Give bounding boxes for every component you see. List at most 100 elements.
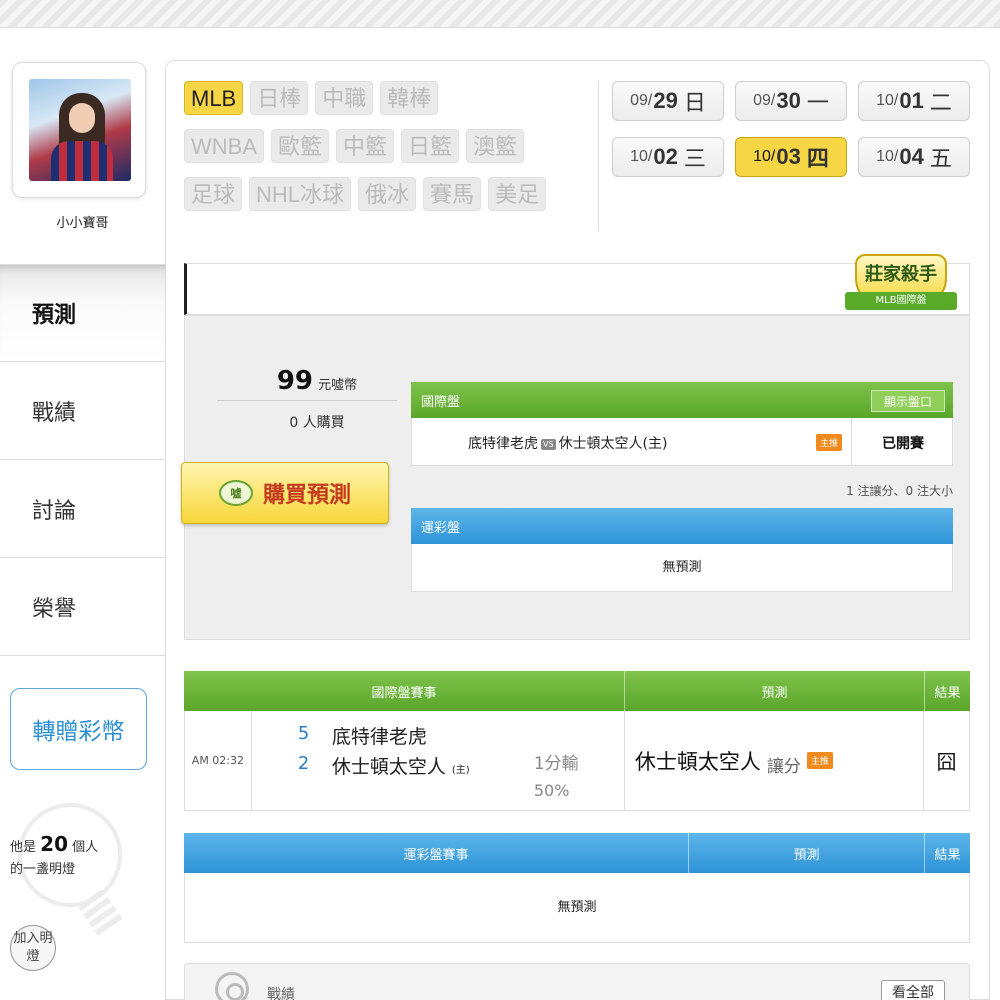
gift-coins-button[interactable]: 轉贈彩幣 (10, 688, 147, 770)
away-score: 5 (297, 723, 310, 744)
date-tab[interactable]: 09/29 日 (612, 81, 724, 121)
date-month: 09/ (753, 92, 776, 109)
page-canvas: 小小寶哥 預測 戰績 討論 榮譽 轉贈彩幣 他是 20 個人 的一盞明燈 加入明… (0, 28, 1000, 1000)
record-section-header: 戰績 看全部 (184, 963, 970, 1000)
divider (851, 418, 852, 465)
away-team: 底特律老虎 (331, 726, 427, 748)
sport-tab[interactable]: 賽馬 (423, 177, 482, 211)
pick-team: 休士頓太空人 (634, 749, 761, 774)
sport-tab[interactable]: MLB (184, 81, 244, 115)
game-time: AM 02:32 (185, 711, 252, 810)
sport-tab[interactable]: 韓棒 (380, 81, 439, 115)
coin-icon: 噓 (218, 480, 253, 506)
sport-tab[interactable]: 美足 (488, 177, 547, 211)
avatar-card[interactable] (12, 62, 146, 198)
divider (598, 81, 599, 231)
column-header: 預測 (689, 833, 925, 873)
lamp-prefix: 他是 (10, 840, 37, 855)
date-weekday: 一 (806, 90, 829, 115)
lamp-count: 20 (40, 832, 68, 856)
panel-title: 國際盤 (421, 394, 461, 410)
divider (217, 400, 397, 401)
game-status: 已開賽 (882, 436, 924, 452)
lottery-panel-header: 運彩盤 (411, 508, 953, 544)
username[interactable]: 小小寶哥 (0, 212, 165, 231)
price-value: 99 (276, 366, 314, 396)
column-header: 結果 (934, 847, 961, 863)
bookie-killer-badge: 莊家殺手 MLB國際盤 (845, 254, 957, 324)
prediction-pick: 休士頓太空人 讓分 主推 (625, 711, 925, 810)
sport-row: MLB 日棒 中職 韓棒 (184, 81, 594, 115)
buy-prediction-button[interactable]: 噓 購買預測 (181, 462, 389, 524)
sport-tab[interactable]: 日籃 (401, 129, 460, 163)
home-score: 2 (297, 753, 310, 774)
buy-prediction-label: 購買預測 (262, 483, 351, 508)
prediction-panel: 99 元噓幣 0 人購買 噓 購買預測 國際盤 顯示盤口 底特律老虎 VS 休士頓太… (181, 315, 970, 640)
lamp-line2: 的一盞明燈 (10, 862, 76, 877)
sport-tab[interactable]: 中籃 (336, 129, 395, 163)
handicap-percent: 50% (533, 781, 570, 800)
date-day: 03 (776, 144, 801, 169)
record-label: 戰績 (267, 987, 295, 1000)
nav-item-record[interactable]: 戰績 (0, 362, 165, 460)
date-month: 10/ (876, 92, 899, 109)
sport-tab[interactable]: WNBA (184, 129, 264, 163)
date-weekday: 四 (806, 146, 829, 171)
date-month: 10/ (753, 148, 776, 165)
nav-item-honor[interactable]: 榮譽 (0, 558, 165, 656)
table-header: 運彩盤賽事 預測 結果 (184, 833, 970, 873)
date-tab[interactable]: 10/04 五 (858, 137, 970, 177)
sport-tab[interactable]: 俄冰 (358, 177, 417, 211)
see-all-button[interactable]: 看全部 (881, 980, 945, 1000)
home-team-cell: 休士頓太空人 (主) (332, 752, 470, 779)
date-filter: 09/29 日 09/30 一 10/01 二 10/02 三 10/03 四 10/04 五 (612, 81, 972, 193)
date-month: 10/ (630, 148, 653, 165)
date-tab[interactable]: 10/02 三 (612, 137, 724, 177)
buyer-count: 0 人購買 (289, 415, 345, 431)
nav-item-discuss[interactable]: 討論 (0, 460, 165, 558)
column-header: 結果 (934, 685, 961, 701)
date-weekday: 日 (683, 90, 706, 115)
handicap-line: 1分輸 (533, 754, 579, 774)
show-odds-button[interactable]: 顯示盤口 (870, 390, 945, 412)
sport-tab[interactable]: 澳籃 (466, 129, 525, 163)
away-team: 底特律老虎 (468, 436, 538, 452)
avatar[interactable] (29, 79, 131, 181)
featured-pick-badge: 主推 (806, 752, 833, 769)
sport-tab[interactable]: 足球 (184, 177, 243, 211)
game-teams: 5 底特律老虎 2 休士頓太空人 (主) 1分輸 50% (252, 711, 625, 810)
sport-row: WNBA 歐籃 中籃 日籃 澳籃 (184, 129, 594, 163)
international-panel-header: 國際盤 顯示盤口 (411, 382, 953, 418)
date-tab[interactable]: 09/30 一 (735, 81, 847, 121)
lamp-follower-text: 他是 20 個人 的一盞明燈 (10, 833, 160, 881)
sport-tab[interactable]: NHL冰球 (249, 177, 352, 211)
price-unit: 元噓幣 (318, 378, 358, 393)
date-tab[interactable]: 10/03 四 (735, 137, 847, 177)
date-weekday: 五 (929, 146, 952, 171)
avatar-jersey (51, 141, 113, 181)
international-odds-panel: 國際盤 顯示盤口 底特律老虎 VS 休士頓太空人(主) 主推 已開賽 1 注讓分、0… (411, 382, 953, 498)
date-day: 30 (776, 88, 801, 113)
empty-prediction: 無預測 (411, 544, 953, 592)
sport-filter: MLB 日棒 中職 韓棒 WNBA 歐籃 中籃 日籃 澳籃 足球 NHL冰球 俄冰 賽馬 美足 (184, 81, 594, 225)
top-decorative-strip (0, 0, 1000, 28)
join-lamp-button[interactable]: 加入明燈 (10, 925, 56, 971)
sport-tab[interactable]: 中職 (315, 81, 374, 115)
nav-item-predict[interactable]: 預測 (0, 264, 165, 362)
lottery-games-table: 運彩盤賽事 預測 結果 無預測 (184, 833, 970, 943)
home-mark: (主) (451, 765, 470, 776)
sidebar: 小小寶哥 預測 戰績 討論 榮譽 轉贈彩幣 他是 20 個人 的一盞明燈 加入明… (0, 28, 165, 1000)
sport-row: 足球 NHL冰球 俄冰 賽馬 美足 (184, 177, 594, 211)
date-day: 04 (899, 144, 924, 169)
date-tab[interactable]: 10/01 二 (858, 81, 970, 121)
column-header: 國際盤賽事 (184, 671, 625, 711)
sport-tab[interactable]: 日棒 (250, 81, 309, 115)
table-row[interactable]: AM 02:32 5 底特律老虎 2 休士頓太空人 (主) 1分輸 50% 休士… (184, 711, 970, 811)
home-team: 休士頓太空人(主) (558, 436, 668, 452)
international-games-table: 國際盤賽事 預測 結果 AM 02:32 5 底特律老虎 2 休士頓太空人 (主… (184, 671, 970, 811)
target-icon (215, 972, 249, 1000)
sport-tab[interactable]: 歐籃 (271, 129, 330, 163)
date-day: 01 (899, 88, 924, 113)
date-month: 09/ (630, 92, 653, 109)
vs-icon: VS (541, 438, 556, 450)
